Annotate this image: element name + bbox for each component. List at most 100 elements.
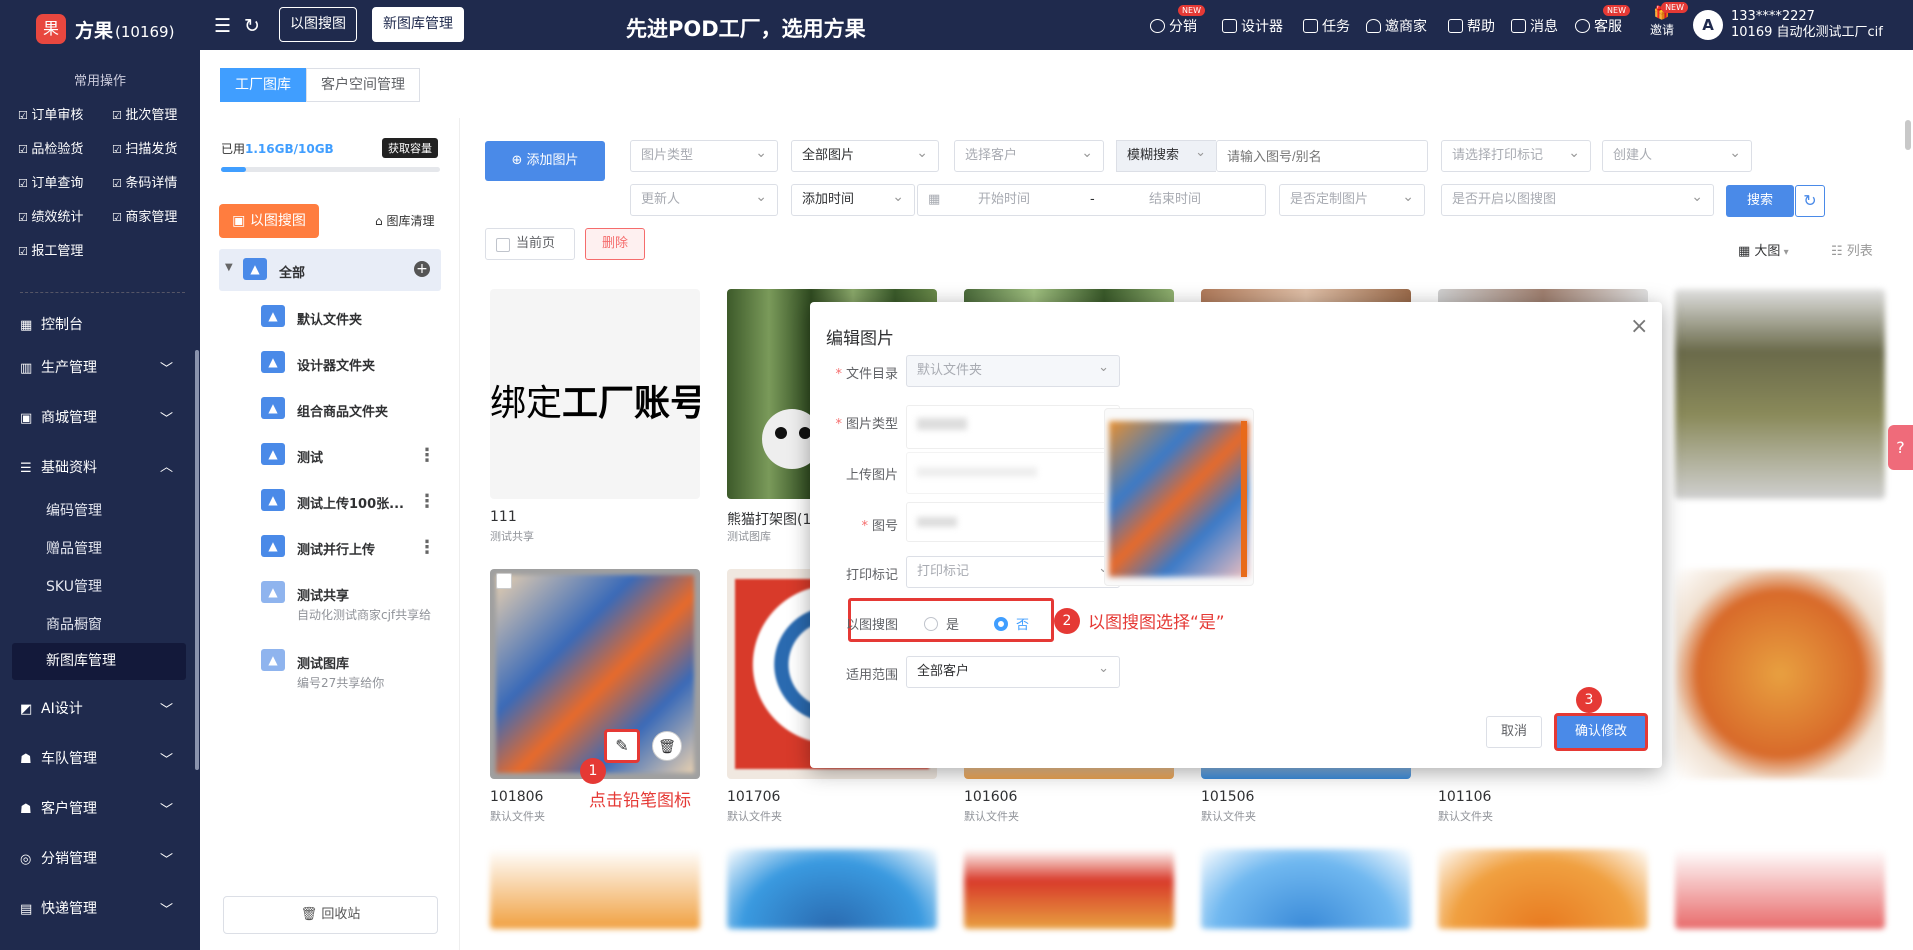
fuzzy-search-select[interactable]: 模糊搜索	[1116, 138, 1216, 172]
confirm-edit-button[interactable]: 确认修改	[1554, 713, 1648, 751]
submenu-showcase[interactable]: 商品橱窗	[46, 614, 102, 634]
nav-customer-service[interactable]: 客服 NEW	[1575, 5, 1630, 36]
card-thumbnail[interactable]	[964, 849, 1174, 929]
more-icon[interactable]: ⋮	[418, 491, 436, 512]
nav-distribution[interactable]: 分销 NEW	[1150, 5, 1205, 36]
card-thumbnail[interactable]	[727, 849, 937, 929]
image-preview[interactable]	[1104, 408, 1254, 586]
quick-scan-ship[interactable]: 扫描发货	[112, 138, 177, 157]
more-icon[interactable]: ⋮	[418, 537, 436, 558]
card-thumbnail[interactable]: 绑定工厂账号	[490, 289, 700, 499]
menu-production[interactable]: ▥ 生产管理	[20, 357, 97, 377]
folder-test[interactable]: ▲ 测试 ⋮	[219, 434, 441, 476]
recycle-bin-button[interactable]: 🗑 回收站	[223, 896, 438, 934]
refresh-icon[interactable]: ↻	[244, 15, 260, 37]
menu-express[interactable]: ▤ 快递管理	[20, 898, 97, 918]
folder-parallel-upload[interactable]: ▲ 测试并行上传 ⋮	[219, 526, 441, 568]
date-range-picker[interactable]: ▦ 开始时间 - 结束时间	[917, 184, 1266, 216]
user-info[interactable]: 133****2227 10169 自动化测试工厂cif	[1731, 9, 1883, 41]
card-thumbnail[interactable]	[1201, 849, 1411, 929]
card-thumbnail[interactable]	[1675, 569, 1885, 779]
customer-select[interactable]: 选择客户	[954, 140, 1104, 172]
print-mark-select[interactable]: 请选择打印标记	[1441, 140, 1591, 172]
avatar[interactable]: A	[1693, 10, 1723, 40]
menu-distribution[interactable]: ◎ 分销管理	[20, 848, 97, 868]
folder-test-upload[interactable]: ▲ 测试上传100张... ⋮	[219, 480, 441, 522]
search-button[interactable]: 搜索	[1726, 185, 1794, 217]
view-list-toggle[interactable]: ☷ 列表	[1831, 240, 1873, 259]
nav-help[interactable]: 帮助	[1448, 16, 1495, 36]
menu-ai-design[interactable]: ◩ AI设计	[20, 698, 83, 718]
submenu-sku-manage[interactable]: SKU管理	[46, 576, 102, 596]
nav-designer[interactable]: 设计器	[1222, 16, 1283, 36]
delete-button[interactable]: 删除	[585, 228, 645, 260]
folder-combo-goods[interactable]: ▲ 组合商品文件夹	[219, 388, 441, 430]
submenu-new-library[interactable]: 新图库管理	[12, 643, 186, 680]
scope-select[interactable]: 全部客户	[906, 654, 1120, 688]
card-thumbnail[interactable]	[490, 849, 700, 929]
quick-barcode-detail[interactable]: 条码详情	[112, 172, 177, 191]
quick-work-report[interactable]: 报工管理	[18, 240, 83, 259]
menu-fleet[interactable]: ☗ 车队管理	[20, 748, 97, 768]
close-icon[interactable]: ×	[1630, 314, 1648, 339]
folder-test-library[interactable]: ▲ 测试图库 编号27共享给你	[219, 640, 441, 690]
menu-customer[interactable]: ☗ 客户管理	[20, 798, 97, 818]
end-time-input[interactable]: 结束时间	[1149, 185, 1201, 215]
image-search-top-button[interactable]: 以图搜图	[279, 7, 357, 42]
main-scrollbar[interactable]	[1905, 120, 1911, 150]
folder-all[interactable]: ▼ ▲ 全部 +	[219, 249, 441, 291]
quick-performance[interactable]: 绩效统计	[18, 206, 83, 225]
card-thumbnail[interactable]	[1438, 849, 1648, 929]
add-time-select[interactable]: 添加时间	[791, 184, 915, 216]
enable-image-search-select[interactable]: 是否开启以图搜图	[1441, 184, 1714, 216]
radio-yes[interactable]: 是	[924, 614, 959, 633]
image-type-select[interactable]: 图片类型	[630, 140, 778, 172]
submenu-code-manage[interactable]: 编码管理	[46, 500, 102, 520]
nav-tasks[interactable]: 任务	[1303, 16, 1350, 36]
quick-order-query[interactable]: 订单查询	[18, 172, 83, 191]
upload-field[interactable]	[906, 452, 1120, 494]
number-input[interactable]	[906, 502, 1120, 542]
quick-quality-check[interactable]: 品检验货	[18, 138, 83, 157]
library-clean-button[interactable]: ⌂ 图库清理	[375, 212, 434, 229]
menu-dashboard[interactable]: ▦ 控制台	[20, 314, 83, 334]
cancel-button[interactable]: 取消	[1486, 716, 1542, 748]
nav-invite[interactable]: 🎁 邀请 NEW	[1650, 2, 1689, 38]
quick-merchant-manage[interactable]: 商家管理	[112, 206, 177, 225]
nav-invite-merchant[interactable]: 邀商家	[1366, 16, 1427, 36]
nav-messages[interactable]: 消息	[1511, 16, 1558, 36]
search-input[interactable]	[1216, 140, 1428, 172]
radio-no[interactable]: 否	[994, 614, 1029, 633]
side-float-tab[interactable]: ?	[1888, 425, 1913, 470]
folder-default[interactable]: ▲ 默认文件夹	[219, 296, 441, 338]
tab-factory-library[interactable]: 工厂图库	[220, 68, 306, 102]
add-image-button[interactable]: ⊕ 添加图片	[485, 141, 605, 181]
get-capacity-button[interactable]: 获取容量	[382, 138, 438, 158]
creator-select[interactable]: 创建人	[1602, 140, 1752, 172]
type-select[interactable]	[906, 405, 1120, 449]
menu-mall[interactable]: ▣ 商城管理	[20, 407, 97, 427]
current-page-checkbox[interactable]: 当前页	[485, 228, 575, 260]
card-thumbnail[interactable]	[1675, 289, 1885, 499]
folder-designer[interactable]: ▲ 设计器文件夹	[219, 342, 441, 384]
folder-test-share[interactable]: ▲ 测试共享 自动化测试商家cjf共享给	[219, 572, 441, 622]
add-folder-icon[interactable]: +	[414, 261, 430, 277]
updater-select[interactable]: 更新人	[630, 184, 778, 216]
card-checkbox[interactable]	[496, 573, 512, 589]
print-mark-select[interactable]: 打印标记	[906, 554, 1120, 588]
card-thumbnail[interactable]	[1675, 849, 1885, 929]
menu-toggle-icon[interactable]: ☰	[214, 15, 231, 37]
quick-order-review[interactable]: 订单审核	[18, 104, 83, 123]
delete-trash-icon[interactable]: 🗑	[652, 731, 682, 761]
menu-basic-data[interactable]: ☰ 基础资料	[20, 457, 97, 477]
sidebar-scrollbar[interactable]	[195, 350, 199, 770]
reset-icon[interactable]: ↻	[1795, 185, 1825, 217]
quick-batch-manage[interactable]: 批次管理	[112, 104, 177, 123]
tab-customer-space[interactable]: 客户空间管理	[306, 68, 420, 102]
image-search-button[interactable]: ▣ 以图搜图	[219, 204, 319, 238]
more-icon[interactable]: ⋮	[418, 445, 436, 466]
dir-select[interactable]: 默认文件夹	[906, 353, 1120, 387]
new-library-top-button[interactable]: 新图库管理	[372, 7, 464, 42]
all-images-select[interactable]: 全部图片	[791, 140, 939, 172]
view-large-toggle[interactable]: ▦ 大图 ▾	[1738, 240, 1789, 259]
